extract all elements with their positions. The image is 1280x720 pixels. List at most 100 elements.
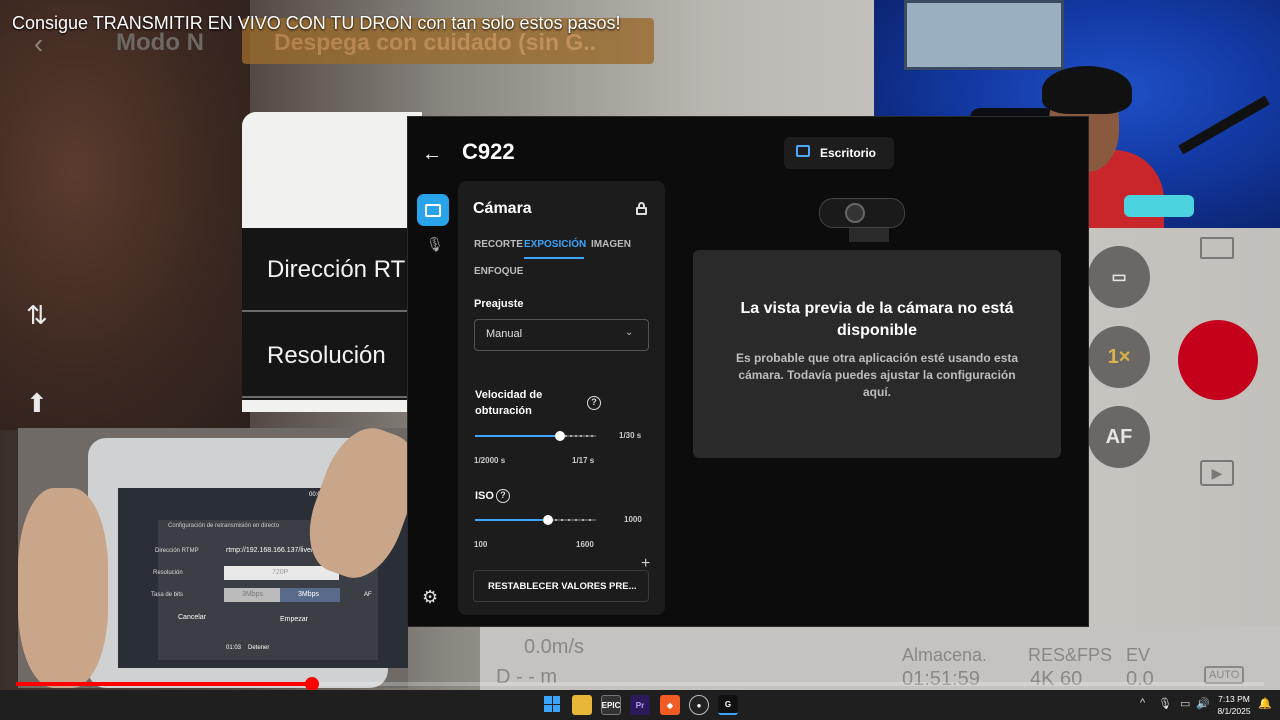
- camera-preview-panel: La vista previa de la cámara no está dis…: [693, 250, 1061, 458]
- hand-left: [18, 488, 108, 688]
- reset-label: RESTABLECER VALORES PRE...: [488, 581, 637, 592]
- bg-playback-icon: ▶: [1200, 460, 1234, 486]
- brave-browser-icon[interactable]: ◆: [660, 695, 680, 715]
- active-tab-indicator: [524, 257, 584, 259]
- dialog-title: Configuración de retransmisión en direct…: [168, 523, 280, 529]
- slider-tick: [580, 435, 583, 437]
- camera-settings-card: Cámara RECORTE EXPOSICIÓN IMAGEN ENFOQUE…: [458, 181, 665, 615]
- logitech-ghub-icon[interactable]: G: [718, 695, 738, 715]
- logitech-app-window: ← C922 Escritorio 🎙 ⚙ Cámara RECORTE EXP…: [407, 116, 1089, 627]
- bg-row-resolution: Resolución: [267, 342, 386, 369]
- card-title: Cámara: [473, 200, 532, 217]
- shutter-value: 1/30 s: [619, 431, 642, 440]
- bg-zoom-button: 1×: [1088, 326, 1150, 388]
- bg-storage-label: Almacena.: [902, 645, 988, 665]
- windows-start-icon[interactable]: [544, 696, 560, 712]
- bg-resfps-value: 4K 60: [1030, 668, 1083, 690]
- iso-slider-thumb[interactable]: [542, 515, 553, 525]
- res-label: Resolución: [153, 570, 183, 576]
- video-background-left: [0, 0, 250, 430]
- bg-resfps-label: RES&FPS: [1028, 645, 1113, 665]
- tab-enfoque[interactable]: ENFOQUE: [474, 266, 523, 277]
- bg-row-rtmp: Dirección RT: [267, 256, 406, 283]
- streamer-hair: [1042, 66, 1132, 114]
- back-arrow-icon[interactable]: ←: [422, 143, 442, 166]
- desktop-profile-label: Escritorio: [820, 146, 877, 160]
- preset-label: Preajuste: [474, 298, 524, 310]
- slider-tick: [589, 519, 592, 521]
- premiere-pro-icon[interactable]: Pr: [630, 695, 650, 715]
- bg-speed: 0.0m/s: [524, 636, 585, 658]
- file-explorer-icon[interactable]: [572, 695, 592, 715]
- desktop-icon: [796, 145, 810, 157]
- desktop-profile-button[interactable]: Escritorio: [784, 137, 894, 169]
- bitrate-opt2-label: 3Mbps: [298, 591, 320, 598]
- rtmp-label: Dirección RTMP: [155, 548, 199, 554]
- reset-defaults-button[interactable]: RESTABLECER VALORES PRE...: [473, 570, 649, 602]
- video-progress-bar[interactable]: [16, 677, 1264, 691]
- bg-divider: [242, 396, 412, 398]
- notification-bell-icon[interactable]: 🔔: [1258, 697, 1272, 710]
- preview-unavailable-body: Es probable que otra aplicación esté usa…: [735, 351, 1019, 399]
- iso-slider-fill: [475, 519, 548, 521]
- preset-value: Manual: [486, 328, 523, 340]
- tray-chevron-icon[interactable]: ^: [1140, 697, 1145, 709]
- shutter-slider[interactable]: [475, 431, 596, 441]
- iso-value: 1000: [624, 515, 642, 524]
- settings-gear-icon[interactable]: ⚙: [422, 587, 438, 608]
- iso-slider[interactable]: [475, 515, 596, 525]
- bg-record-button: [1178, 320, 1258, 400]
- windows-taskbar: EPIC Pr ◆ ● G ^ 🎙 ▭ 🔊 7:13 PM 8/1/2025 🔔: [0, 690, 1280, 720]
- shutter-help-icon[interactable]: ?: [587, 396, 601, 410]
- slider-tick: [561, 519, 564, 521]
- obs-studio-icon[interactable]: ●: [689, 695, 709, 715]
- mic-arm: [1178, 95, 1270, 155]
- res-value: 720P: [272, 569, 289, 576]
- iso-label: ISO: [475, 490, 494, 502]
- slider-tick: [564, 435, 567, 437]
- bg-bottom-bar: [480, 626, 1280, 690]
- video-progress-fill: [16, 682, 312, 686]
- shutter-slider-thumb[interactable]: [554, 431, 565, 441]
- video-title: Consigue TRANSMITIR EN VIVO CON TU DRON …: [12, 13, 621, 33]
- tab-imagen[interactable]: IMAGEN: [591, 239, 631, 250]
- dollar-bill-poster: [904, 0, 1064, 70]
- preset-dropdown[interactable]: Manual ⌄: [474, 319, 649, 351]
- clock-time: 7:13 PM: [1218, 694, 1250, 704]
- bg-ev-label: EV: [1126, 645, 1151, 665]
- network-icon[interactable]: ▭: [1180, 697, 1190, 710]
- iso-help-icon[interactable]: ?: [496, 489, 510, 503]
- tab-recorte[interactable]: RECORTE: [474, 239, 523, 250]
- shutter-max: 1/17 s: [572, 456, 595, 465]
- inset-time: 01:03: [226, 645, 242, 651]
- chevron-down-icon: ⌄: [625, 327, 634, 338]
- bg-route-icon: ⇅: [26, 300, 48, 330]
- system-clock[interactable]: 7:13 PM 8/1/2025: [1212, 693, 1256, 717]
- sidebar-camera-button[interactable]: [417, 194, 449, 226]
- camera-icon: [425, 203, 441, 217]
- video-scrubber-handle[interactable]: [304, 677, 319, 691]
- lock-icon[interactable]: [636, 202, 647, 215]
- slider-tick: [585, 435, 588, 437]
- shutter-label: Velocidad de obturación: [475, 389, 543, 417]
- tab-exposicion[interactable]: EXPOSICIÓN: [524, 239, 586, 250]
- slider-tick: [582, 519, 585, 521]
- iso-max: 1600: [576, 540, 594, 549]
- bg-storage-value: 01:51:59: [902, 668, 980, 690]
- bg-ev-value: 0.0: [1126, 668, 1154, 690]
- inset-af: AF: [364, 592, 372, 598]
- webcam-device-image: [819, 194, 905, 246]
- microphone-icon[interactable]: 🎙: [426, 236, 444, 252]
- shutter-slider-fill: [475, 435, 560, 437]
- microphone: [1124, 195, 1194, 217]
- microphone-tray-icon[interactable]: 🎙: [1158, 697, 1172, 710]
- bitrate-opt1-label: 3Mbps: [242, 591, 264, 598]
- inset-stop: Detener: [248, 645, 270, 651]
- iso-min: 100: [474, 540, 488, 549]
- volume-icon[interactable]: 🔊: [1196, 697, 1210, 710]
- bitrate-label: Tasa de bits: [151, 592, 184, 598]
- epic-games-icon[interactable]: EPIC: [601, 695, 621, 715]
- preview-unavailable-title: La vista previa de la cámara no está dis…: [740, 300, 1014, 339]
- screen: ‹ Modo N Despega con cuidado (sin G.. Di…: [0, 0, 1280, 720]
- slider-tick: [568, 519, 571, 521]
